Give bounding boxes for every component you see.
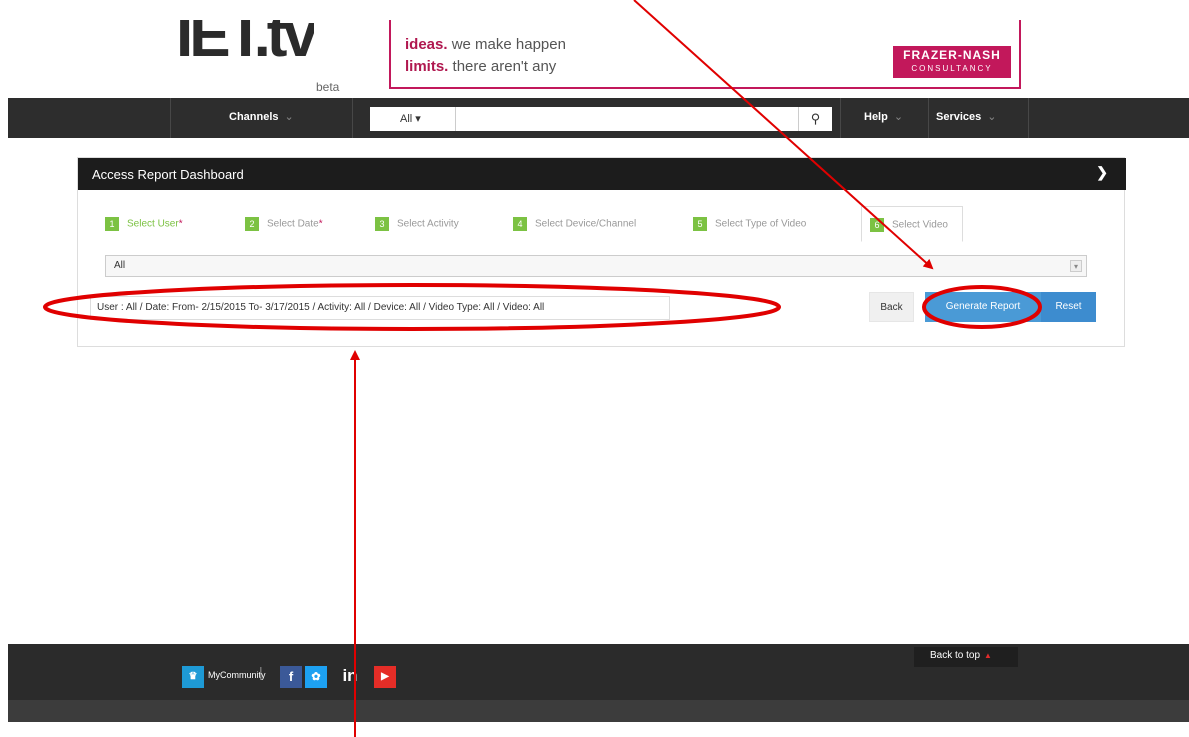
select-value: All xyxy=(114,260,126,271)
nav-divider xyxy=(1028,98,1029,138)
panel-title: Access Report Dashboard xyxy=(92,167,244,182)
tab-label: Select Activity xyxy=(397,218,459,230)
panel-header: Access Report Dashboard ❯ xyxy=(78,158,1126,190)
back-button[interactable]: Back xyxy=(869,292,914,322)
nav-channels[interactable]: Channels ⌄ xyxy=(229,110,294,123)
footer-separator: | xyxy=(259,664,263,680)
tab-select-user[interactable]: 1 Select User* xyxy=(105,206,183,242)
tab-label: Select Type of Video xyxy=(715,218,807,230)
search-input[interactable] xyxy=(457,107,797,131)
step-number: 4 xyxy=(513,217,527,231)
chevron-down-icon: ⌄ xyxy=(284,111,294,123)
arrow-up-icon: ▲ xyxy=(984,651,992,660)
search-bar: All ▾ ⚲ xyxy=(370,107,832,131)
mycommunity-link[interactable]: MyCommunity xyxy=(208,670,266,680)
generate-report-button[interactable]: Generate Report xyxy=(925,292,1041,322)
linkedin-icon[interactable]: in xyxy=(330,663,370,689)
chevron-down-icon: ▾ xyxy=(1070,260,1082,272)
tab-label: Select Video xyxy=(892,219,948,231)
step-number: 5 xyxy=(693,217,707,231)
banner-ad[interactable]: ideas. we make happen limits. there aren… xyxy=(389,20,1021,89)
search-scope-select[interactable]: All ▾ xyxy=(370,107,456,131)
tab-select-video[interactable]: 6 Select Video xyxy=(861,206,963,242)
tab-label: Select User xyxy=(127,218,179,230)
facebook-icon[interactable]: f xyxy=(280,666,302,688)
required-marker: * xyxy=(318,218,323,230)
nav-divider xyxy=(352,98,353,138)
nav-divider xyxy=(840,98,841,138)
twitter-icon[interactable]: ✿ xyxy=(305,666,327,688)
logo-beta-label: beta xyxy=(316,80,340,94)
chevron-down-icon[interactable]: ❯ xyxy=(1096,164,1108,181)
tab-label: Select Device/Channel xyxy=(535,218,637,230)
tab-select-type-of-video[interactable]: 5 Select Type of Video xyxy=(693,206,806,242)
chevron-down-icon: ⌄ xyxy=(987,111,997,123)
mycommunity-icon[interactable]: ♛ xyxy=(182,666,204,688)
reset-button[interactable]: Reset xyxy=(1041,292,1096,322)
step-number: 2 xyxy=(245,217,259,231)
wizard-tabs: 1 Select User* 2 Select Date* 3 Select Acti… xyxy=(105,206,1105,242)
required-marker: * xyxy=(178,218,183,230)
footer-bottom-bar xyxy=(8,700,1189,722)
site-logo[interactable]: IET.tv beta xyxy=(176,20,346,94)
logo-mark: IET.tv xyxy=(176,1,314,70)
youtube-icon[interactable]: ▶ xyxy=(374,666,396,688)
nav-services[interactable]: Services ⌄ xyxy=(936,110,996,123)
chevron-down-icon: ⌄ xyxy=(893,111,904,123)
step-number: 1 xyxy=(105,217,119,231)
step-number: 6 xyxy=(870,218,884,232)
search-icon[interactable]: ⚲ xyxy=(798,107,832,131)
filter-summary: User : All / Date: From- 2/15/2015 To- 3… xyxy=(90,296,670,320)
tab-select-device-channel[interactable]: 4 Select Device/Channel xyxy=(513,206,636,242)
tab-label: Select Date xyxy=(267,218,319,230)
nav-help[interactable]: Help ⌄ xyxy=(864,110,903,123)
tab-select-activity[interactable]: 3 Select Activity xyxy=(375,206,459,242)
ad-brand-logo: FRAZER-NASH CONSULTANCY xyxy=(893,46,1011,78)
caret-down-icon: ▾ xyxy=(415,113,421,125)
access-report-panel: Access Report Dashboard ❯ 1 Select User* … xyxy=(77,157,1126,347)
back-to-top-button[interactable]: Back to top ▲ xyxy=(914,647,1018,667)
ad-line-2: limits. there aren't any xyxy=(405,58,557,75)
tab-select-date[interactable]: 2 Select Date* xyxy=(245,206,323,242)
nav-divider xyxy=(170,98,171,138)
video-select[interactable]: All ▾ xyxy=(105,255,1087,277)
ad-line-1: ideas. we make happen xyxy=(405,36,566,53)
page: IET.tv beta ideas. we make happen limits… xyxy=(0,0,1189,737)
nav-divider xyxy=(928,98,929,138)
step-number: 3 xyxy=(375,217,389,231)
